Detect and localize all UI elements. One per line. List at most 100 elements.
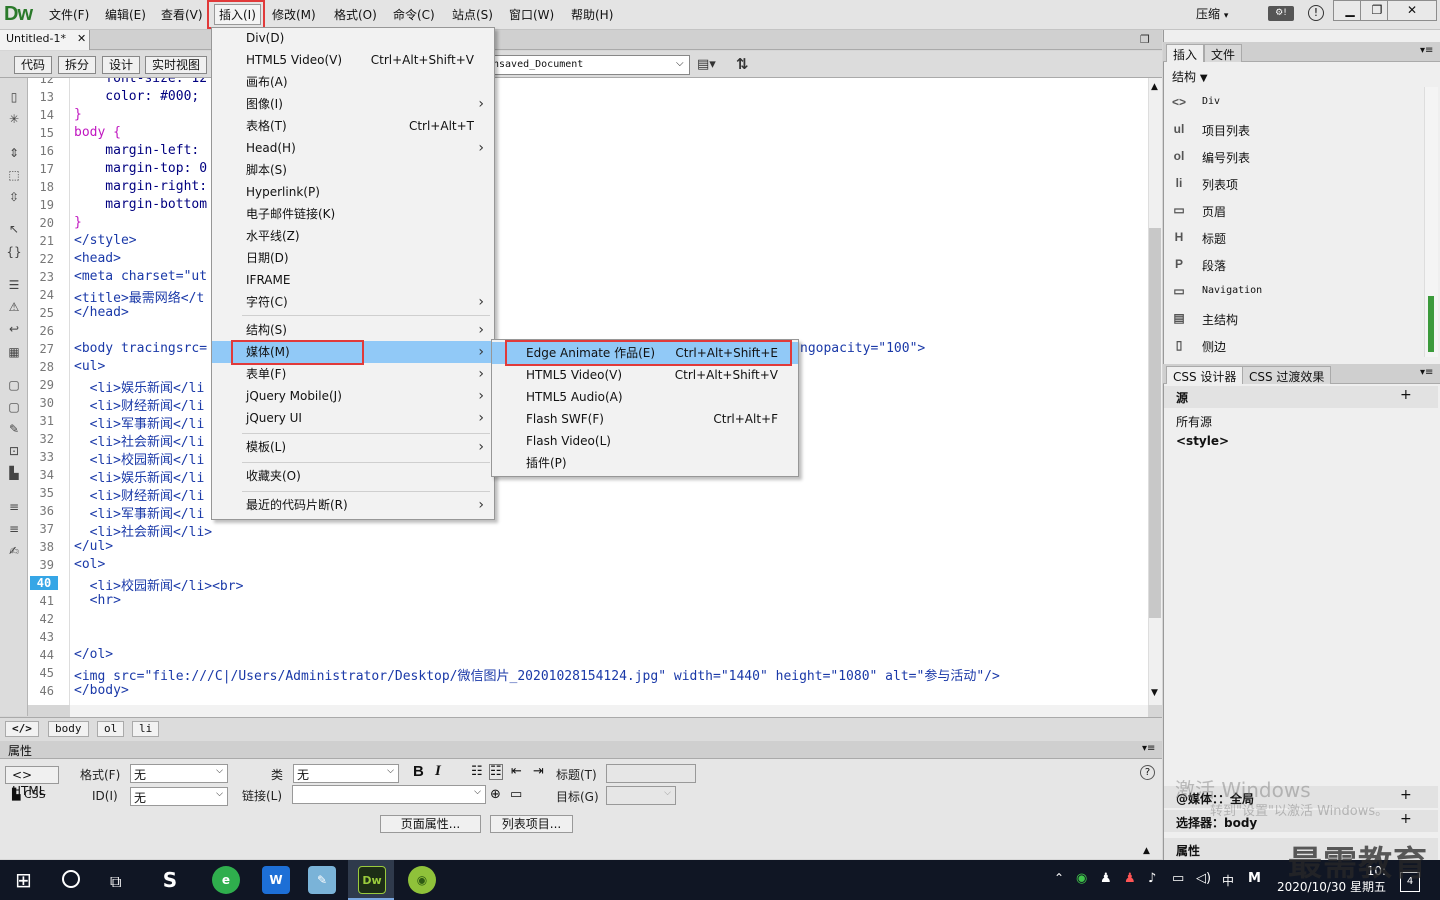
search-icon[interactable] [62,870,80,888]
wrap-tag-icon[interactable]: ✎ [6,422,22,436]
bold-icon[interactable]: B [413,763,424,780]
insert-item-label[interactable]: 列表项 [1202,176,1238,193]
media-menu-item[interactable]: Flash Video(L) [492,430,798,452]
menu-file[interactable]: 文件(F) [49,6,89,23]
code-line[interactable]: } [74,107,82,122]
panel-menu-icon[interactable]: ▾≡ [1420,367,1433,378]
add-media-icon[interactable]: + [1400,787,1412,803]
format-select[interactable]: 无 ⌵ [130,764,228,783]
sync-settings-icon[interactable]: ⚙! [1268,6,1294,21]
qq-icon-2[interactable]: ♟ [1124,871,1136,886]
code-line[interactable]: <meta charset="ut [74,269,207,284]
insert-menu-item[interactable]: 画布(A) [212,71,494,93]
page-properties-button[interactable]: 页面属性... [380,815,481,833]
collapse-selection-icon[interactable]: ⬚ [6,168,22,182]
menu-format[interactable]: 格式(O) [334,6,377,23]
source-style[interactable]: <style> [1176,434,1229,448]
line-numbers-icon[interactable]: ☰ [6,278,22,292]
code-line[interactable]: <ul> [74,359,105,374]
sort-arrows-icon[interactable]: ⇅ [736,55,749,73]
insert-menu-item[interactable]: 收藏夹(O) [212,465,494,487]
insert-menu-item[interactable]: Div(D) [212,27,494,49]
panel-menu-icon[interactable]: ▾≡ [1420,45,1433,56]
media-menu-item[interactable]: HTML5 Video(V) Ctrl+Alt+Shift+V [492,364,798,386]
code-view-button[interactable]: 代码 [14,56,53,74]
volume-icon[interactable]: ◁) [1196,871,1211,886]
close-button[interactable]: ✕ [1387,0,1437,21]
code-line[interactable]: margin-top: 0 [74,161,207,176]
tray-expand-icon[interactable]: ⌃ [1054,871,1064,885]
help-icon[interactable]: ? [1140,765,1155,780]
insert-item-label[interactable]: 项目列表 [1202,122,1250,139]
info-icon[interactable]: ! [1308,5,1324,21]
windows-start-icon[interactable]: ⊞ [15,870,32,890]
code-line[interactable]: <li>校园新闻</li [74,449,205,468]
code-line-tail[interactable]: ngopacity="100"> [800,341,925,356]
code-line[interactable]: <li>财经新闻</li [74,485,205,504]
indent-code-icon[interactable]: ≡ [6,500,22,514]
ime-indicator[interactable]: 中 [1222,872,1234,889]
select-parent-tag-icon[interactable]: ↖ [6,222,22,236]
code-line[interactable]: <hr> [74,593,121,608]
syntax-coloring-icon[interactable]: ▦ [6,345,22,359]
app-icon-s[interactable]: S [156,866,184,894]
remove-comment-icon[interactable]: ▢ [6,400,22,414]
target-select[interactable]: ⌵ [606,786,676,805]
insert-menu-item[interactable]: jQuery Mobile(J) › [212,385,494,407]
insert-menu-item[interactable]: 日期(D) [212,247,494,269]
insert-menu-item[interactable]: HTML5 Video(V) Ctrl+Alt+Shift+V [212,49,494,71]
ime-mode[interactable]: M [1248,871,1261,886]
code-line[interactable]: margin-left: [74,143,199,158]
code-line[interactable]: <li>社会新闻</li [74,431,205,450]
collapse-full-tag-icon[interactable]: ⇕ [6,146,22,160]
show-code-navigator-icon[interactable]: ✳ [6,112,22,126]
close-tab-icon[interactable]: ✕ [77,32,86,45]
menu-modify[interactable]: 修改(M) [272,6,316,23]
insert-menu-item[interactable]: Head(H) › [212,137,494,159]
menu-commands[interactable]: 命令(C) [393,6,435,23]
open-documents-icon[interactable]: ▯ [6,90,22,104]
app-icon-green[interactable]: ◉ [408,866,436,894]
insert-item-label[interactable]: 段落 [1202,257,1226,274]
browse-folder-icon[interactable]: ▭ [510,787,522,802]
add-source-icon[interactable]: + [1400,387,1412,403]
file-management-icon[interactable]: ▤▾ [697,57,716,72]
word-wrap-icon[interactable]: ↩ [6,322,22,336]
menu-edit[interactable]: 编辑(E) [105,6,146,23]
unordered-list-icon[interactable]: ☷ [471,764,483,779]
link-input[interactable]: ⌵ [292,785,486,804]
insert-menu-item[interactable]: 字符(C) › [212,291,494,313]
point-to-file-icon[interactable]: ⊕ [490,787,501,802]
browser-icon[interactable]: e [212,866,240,894]
insert-item-label[interactable]: Navigation [1202,285,1262,296]
menu-view[interactable]: 查看(V) [161,6,203,23]
insert-item-label[interactable]: 编号列表 [1202,149,1250,166]
insert-menu-item[interactable]: Hyperlink(P) [212,181,494,203]
code-horizontal-scrollbar[interactable] [70,705,1148,717]
category-dropdown[interactable]: 结构 ▼ [1172,68,1208,85]
code-line[interactable]: body { [74,125,121,140]
qq-icon[interactable]: ♟ [1100,871,1112,886]
breadcrumb-body[interactable]: body [48,721,89,737]
tab-css-transitions[interactable]: CSS 过渡效果 [1242,366,1332,384]
restore-document-icon[interactable]: ❐ [1140,33,1150,46]
tab-files[interactable]: 文件 [1204,44,1243,62]
menu-window[interactable]: 窗口(W) [509,6,554,23]
code-scrollbar-thumb[interactable] [1149,228,1161,618]
code-line[interactable]: <head> [74,251,121,266]
split-view-button[interactable]: 拆分 [58,56,97,74]
notification-bell-icon[interactable]: ♪ [1148,871,1156,886]
insert-item-label[interactable]: 侧边 [1202,338,1226,355]
menu-help[interactable]: 帮助(H) [571,6,613,23]
code-line[interactable]: <li>社会新闻</li> [74,521,212,540]
insert-menu-item[interactable]: 媒体(M) › [212,341,494,363]
format-source-icon[interactable]: ✍ [6,544,22,558]
media-menu-item[interactable]: Flash SWF(F) Ctrl+Alt+F [492,408,798,430]
code-line[interactable]: </body> [74,683,129,698]
code-line[interactable]: <li>财经新闻</li [74,395,205,414]
insert-menu-item[interactable]: 表单(F) › [212,363,494,385]
code-line[interactable]: margin-right: [74,179,207,194]
expand-all-icon[interactable]: ⇳ [6,190,22,204]
breadcrumb-ol[interactable]: ol [97,721,125,737]
dreamweaver-icon[interactable]: Dw [358,866,386,894]
